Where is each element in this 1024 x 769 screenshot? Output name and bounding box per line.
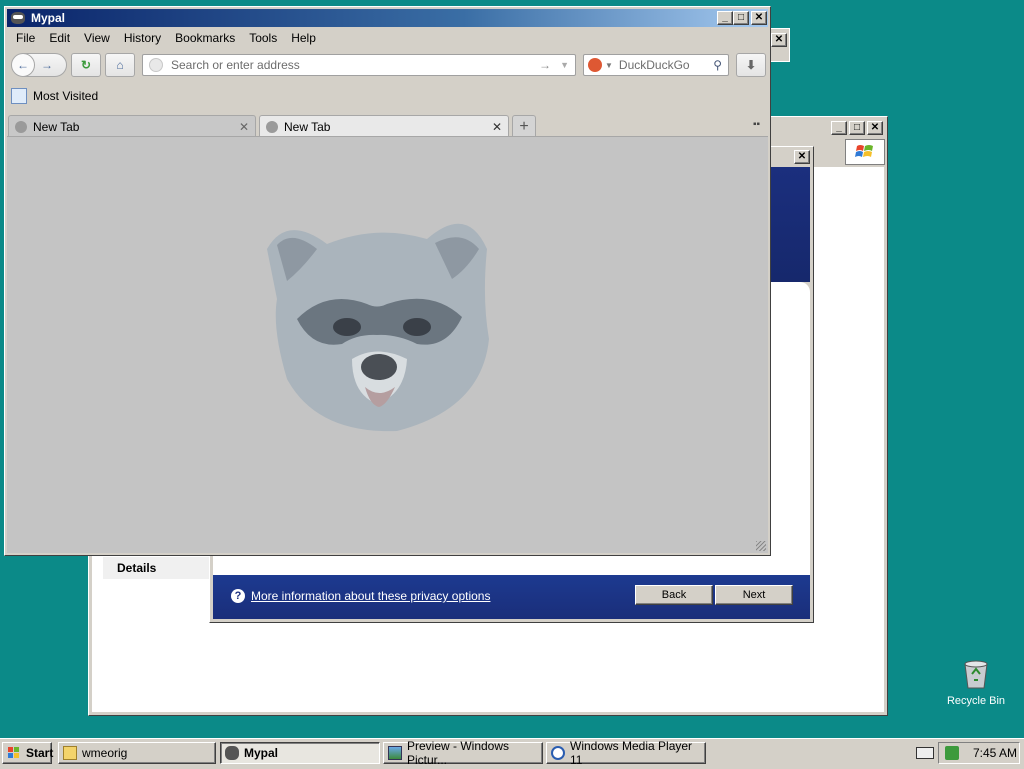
tab-new-tab-2[interactable]: New Tab ✕ [259,115,509,137]
keyboard-icon[interactable] [912,742,940,764]
engine-dropdown-icon[interactable]: ▼ [605,61,613,70]
new-tab-button[interactable]: + [512,115,536,137]
media-player-icon [551,746,565,760]
menu-bookmarks[interactable]: Bookmarks [175,31,235,47]
task-wmeorig[interactable]: wmeorig [58,742,216,764]
globe-icon [266,120,278,133]
close-tab-icon[interactable]: ✕ [239,120,249,134]
duckduckgo-icon[interactable] [588,58,602,72]
network-icon[interactable] [945,746,959,760]
close-tab-icon[interactable]: ✕ [492,120,502,134]
search-icon[interactable]: ⚲ [713,58,722,72]
folder-icon [63,746,77,760]
bookmark-most-visited[interactable]: Most Visited [33,89,98,103]
back-button[interactable]: Back [635,585,713,605]
recycle-bin-label: Recycle Bin [946,695,1006,707]
mypal-window: Mypal _ □ ✕ File Edit View History Bookm… [4,6,771,556]
search-input[interactable]: DuckDuckGo [619,58,690,72]
forward-arrow-icon[interactable]: → [41,58,53,72]
back-forward-group: ← → [11,53,67,77]
tab-label: New Tab [284,119,331,134]
maximize-icon[interactable]: □ [849,121,865,135]
task-label: Preview - Windows Pictur... [407,739,510,767]
maximize-icon[interactable]: □ [733,11,749,25]
tab-label: New Tab [33,119,80,134]
bookmarks-toolbar: Most Visited [11,87,98,105]
close-icon[interactable]: ✕ [867,121,883,135]
page-content [7,136,768,553]
task-windows-media-player[interactable]: Windows Media Player 11 [546,739,706,767]
start-label: Start [26,746,54,760]
address-input[interactable]: Search or enter address [171,58,300,72]
system-tray: 7:45 AM [938,742,1020,764]
close-icon[interactable]: ✕ [794,150,810,164]
title-bar[interactable]: Mypal [7,9,768,27]
window-title: Mypal [31,11,66,25]
taskbar: Start wmeorig Mypal Preview - Windows Pi… [0,738,1024,769]
go-arrow-icon[interactable]: → [539,58,551,72]
dialog-footer: ? More information about these privacy o… [213,575,810,619]
task-label: Windows Media Player 11 [570,739,693,767]
help-icon: ? [231,589,245,603]
picture-icon [388,746,402,760]
minimize-icon[interactable]: _ [717,11,733,25]
downloads-icon[interactable]: ⬇ [736,53,766,77]
menu-tools[interactable]: Tools [249,31,277,47]
menu-bar: File Edit View History Bookmarks Tools H… [16,31,330,47]
globe-icon [149,58,163,72]
mypal-logo-icon [11,12,25,24]
menu-help[interactable]: Help [291,31,316,47]
privacy-info-link[interactable]: More information about these privacy opt… [251,589,490,603]
raccoon-logo-icon [267,223,489,432]
dropdown-icon[interactable]: ▼ [560,60,569,70]
resize-grip-icon[interactable] [756,541,766,551]
windows-logo-icon [845,139,885,165]
most-visited-icon [11,88,27,104]
reload-icon[interactable]: ↻ [71,53,101,77]
menu-history[interactable]: History [124,31,161,47]
next-button[interactable]: Next [715,585,793,605]
mypal-icon [225,746,239,760]
globe-icon [15,120,27,133]
menu-view[interactable]: View [84,31,110,47]
tab-new-tab-1[interactable]: New Tab ✕ [8,115,256,137]
task-label: Mypal [244,746,279,760]
close-icon[interactable]: ✕ [751,11,767,25]
minimize-icon[interactable]: _ [831,121,847,135]
menu-edit[interactable]: Edit [49,31,70,47]
clock[interactable]: 7:45 AM [973,746,1017,760]
close-icon[interactable]: ✕ [771,33,787,47]
start-button[interactable]: Start [2,742,54,764]
search-bar[interactable]: ▼ DuckDuckGo ⚲ [583,54,729,76]
menu-file[interactable]: File [16,31,35,47]
windows-flag-icon [8,747,19,758]
task-label: wmeorig [82,746,128,760]
task-mypal[interactable]: Mypal [220,742,380,764]
address-bar[interactable]: Search or enter address → ▼ [142,54,576,76]
home-icon[interactable]: ⌂ [105,53,135,77]
back-arrow-icon[interactable]: ← [11,53,35,77]
recycle-bin-icon [964,660,988,689]
details-tab[interactable]: Details [103,557,209,579]
tab-list-icon[interactable]: ▪▪ [753,119,760,130]
task-picture-preview[interactable]: Preview - Windows Pictur... [383,739,543,767]
recycle-bin[interactable]: Recycle Bin [944,656,1008,707]
